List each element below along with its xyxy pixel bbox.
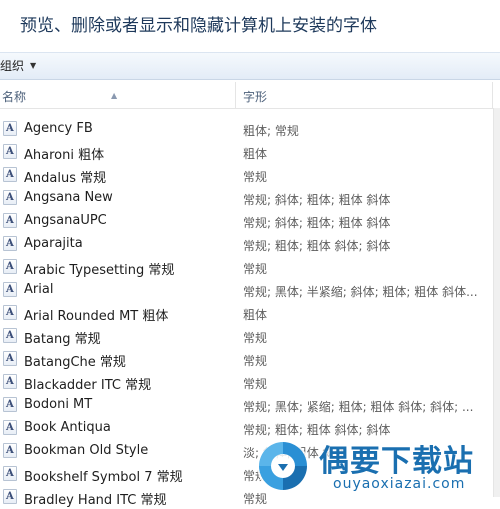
font-file-icon bbox=[3, 351, 17, 366]
column-header-bar: 名称 ▲ 字形 bbox=[0, 82, 500, 109]
font-file-icon bbox=[3, 420, 17, 435]
font-style: 粗体; 常规 bbox=[243, 124, 299, 138]
font-style: 常规; 斜体; 粗体; 粗体 斜体 bbox=[243, 193, 391, 207]
font-row[interactable]: Andalus 常规 常规 bbox=[0, 164, 500, 187]
font-file-icon bbox=[3, 190, 17, 205]
font-name: Batang 常规 bbox=[24, 332, 101, 347]
font-row[interactable]: Batang 常规 常规 bbox=[0, 325, 500, 348]
font-style: 常规; 斜体; 粗体; 粗体 斜体 bbox=[243, 216, 391, 230]
font-row[interactable]: Aparajita 常规; 粗体; 粗体 斜体; 斜体 bbox=[0, 233, 500, 256]
font-row[interactable]: Angsana New 常规; 斜体; 粗体; 粗体 斜体 bbox=[0, 187, 500, 210]
organize-label: 组织 bbox=[0, 59, 25, 73]
font-file-icon bbox=[3, 305, 17, 320]
organize-button[interactable]: 组织 ▼ bbox=[0, 56, 40, 76]
font-file-icon bbox=[3, 397, 17, 412]
font-file-icon bbox=[3, 374, 17, 389]
font-style: 常规; 黑体; 半紧缩; 斜体; 粗体; 粗体 斜体... bbox=[243, 285, 478, 299]
chevron-down-icon: ▼ bbox=[30, 61, 37, 70]
font-file-icon bbox=[3, 144, 17, 159]
font-row[interactable]: AngsanaUPC 常规; 斜体; 粗体; 粗体 斜体 bbox=[0, 210, 500, 233]
font-file-icon bbox=[3, 466, 17, 481]
font-file-icon bbox=[3, 259, 17, 274]
column-header-extra[interactable] bbox=[494, 82, 500, 108]
watermark-url: ouyaoxiazai.com bbox=[333, 476, 466, 492]
font-name: Agency FB bbox=[24, 121, 93, 136]
font-name: AngsanaUPC bbox=[24, 213, 107, 228]
font-row[interactable]: Blackadder ITC 常规 常规 bbox=[0, 371, 500, 394]
font-file-icon bbox=[3, 167, 17, 182]
font-name: Bodoni MT bbox=[24, 397, 93, 412]
font-row[interactable]: Arial Rounded MT 粗体 粗体 bbox=[0, 302, 500, 325]
font-name: Arial Rounded MT 粗体 bbox=[24, 309, 169, 324]
font-file-icon bbox=[3, 121, 17, 136]
font-row[interactable]: Agency FB 粗体; 常规 bbox=[0, 118, 500, 141]
font-name: Aharoni 粗体 bbox=[24, 148, 105, 163]
watermark-logo-icon bbox=[257, 440, 309, 492]
site-watermark: 偶要下载站 ouyaoxiazai.com bbox=[253, 436, 500, 497]
watermark-title: 偶要下载站 bbox=[319, 444, 474, 479]
font-style: 常规; 粗体; 粗体 斜体; 斜体 bbox=[243, 239, 391, 253]
font-row[interactable]: Aharoni 粗体 粗体 bbox=[0, 141, 500, 164]
font-name: Book Antiqua bbox=[24, 420, 111, 435]
font-name: Bradley Hand ITC 常规 bbox=[24, 493, 167, 508]
font-row[interactable]: BatangChe 常规 常规 bbox=[0, 348, 500, 371]
font-style: 粗体 bbox=[243, 147, 268, 161]
font-style: 常规 bbox=[243, 354, 268, 368]
font-name: Andalus 常规 bbox=[24, 171, 107, 186]
font-name: Arabic Typesetting 常规 bbox=[24, 263, 175, 278]
font-name: Bookshelf Symbol 7 常规 bbox=[24, 470, 183, 485]
font-file-icon bbox=[3, 236, 17, 251]
font-name: Arial bbox=[24, 282, 54, 297]
font-name: Aparajita bbox=[24, 236, 83, 251]
sort-ascending-icon: ▲ bbox=[111, 91, 118, 100]
page-title: 预览、删除或者显示和隐藏计算机上安装的字体 bbox=[20, 16, 377, 36]
font-style: 粗体 bbox=[243, 308, 268, 322]
font-file-icon bbox=[3, 213, 17, 228]
font-file-icon bbox=[3, 443, 17, 458]
column-header-name[interactable]: 名称 ▲ bbox=[0, 82, 236, 108]
font-style: 常规 bbox=[243, 170, 268, 184]
font-file-icon bbox=[3, 282, 17, 297]
font-style: 常规 bbox=[243, 377, 268, 391]
font-name: Blackadder ITC 常规 bbox=[24, 378, 152, 393]
font-name: BatangChe 常规 bbox=[24, 355, 126, 370]
font-row[interactable]: Arial 常规; 黑体; 半紧缩; 斜体; 粗体; 粗体 斜体... bbox=[0, 279, 500, 302]
window-header: 预览、删除或者显示和隐藏计算机上安装的字体 bbox=[0, 0, 500, 50]
column-header-style[interactable]: 字形 bbox=[237, 82, 493, 108]
command-bar: 组织 ▼ bbox=[0, 52, 500, 80]
font-style: 常规 bbox=[243, 331, 268, 345]
column-header-name-label: 名称 bbox=[2, 90, 27, 104]
column-header-style-label: 字形 bbox=[243, 90, 268, 104]
font-name: Bookman Old Style bbox=[24, 443, 149, 458]
font-name: Angsana New bbox=[24, 190, 113, 205]
font-row[interactable]: Bodoni MT 常规; 黑体; 紧缩; 粗体; 粗体 斜体; 斜体; ... bbox=[0, 394, 500, 417]
font-file-icon bbox=[3, 328, 17, 343]
font-style: 常规; 黑体; 紧缩; 粗体; 粗体 斜体; 斜体; ... bbox=[243, 400, 474, 414]
font-style: 常规 bbox=[243, 262, 268, 276]
font-row[interactable]: Arabic Typesetting 常规 常规 bbox=[0, 256, 500, 279]
